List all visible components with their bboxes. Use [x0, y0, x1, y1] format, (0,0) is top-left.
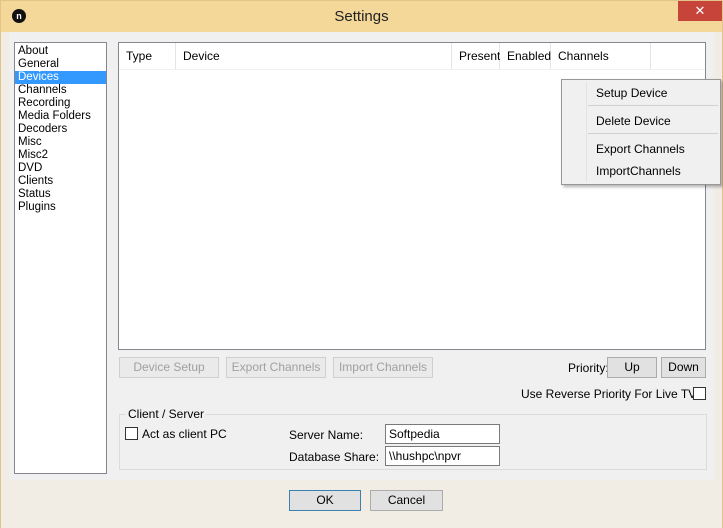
- reverse-priority-label: Use Reverse Priority For Live TV: [521, 387, 697, 401]
- nav-item-plugins[interactable]: Plugins: [15, 201, 106, 214]
- cancel-button[interactable]: Cancel: [370, 490, 443, 511]
- nav-item-about[interactable]: About: [15, 45, 106, 58]
- column-header-type[interactable]: Type: [119, 43, 176, 69]
- import-channels-button[interactable]: Import Channels: [333, 357, 433, 378]
- device-context-menu: Setup Device Delete Device Export Channe…: [561, 79, 721, 185]
- nav-item-misc2[interactable]: Misc2: [15, 149, 106, 162]
- menu-item-export-channels[interactable]: Export Channels: [596, 142, 685, 156]
- column-header-channels[interactable]: Channels: [551, 43, 651, 69]
- nav-item-decoders[interactable]: Decoders: [15, 123, 106, 136]
- priority-label: Priority:: [568, 361, 609, 375]
- window-title: Settings: [334, 8, 389, 25]
- client-server-legend: Client / Server: [126, 407, 207, 421]
- column-header-present[interactable]: Present: [452, 43, 500, 69]
- ok-button[interactable]: OK: [289, 490, 361, 511]
- menu-item-setup-device[interactable]: Setup Device: [596, 86, 667, 100]
- title-bar[interactable]: n Settings ✕: [1, 1, 722, 32]
- client-server-group: Client / Server Act as client PC Server …: [119, 407, 707, 470]
- nav-item-recording[interactable]: Recording: [15, 97, 106, 110]
- database-share-label: Database Share:: [289, 450, 380, 464]
- database-share-input[interactable]: \\hushpc\npvr: [385, 446, 500, 466]
- nav-item-misc[interactable]: Misc: [15, 136, 106, 149]
- server-name-input[interactable]: Softpedia: [385, 424, 500, 444]
- nav-item-dvd[interactable]: DVD: [15, 162, 106, 175]
- nav-item-clients[interactable]: Clients: [15, 175, 106, 188]
- nav-item-general[interactable]: General: [15, 58, 106, 71]
- dialog-footer: OK Cancel: [1, 480, 722, 528]
- close-icon: ✕: [694, 3, 706, 18]
- priority-down-button[interactable]: Down: [661, 357, 706, 378]
- export-channels-button[interactable]: Export Channels: [226, 357, 326, 378]
- nav-item-devices[interactable]: Devices: [15, 71, 106, 84]
- nav-item-status[interactable]: Status: [15, 188, 106, 201]
- column-header-device[interactable]: Device: [176, 43, 452, 69]
- menu-gutter: [586, 82, 587, 182]
- menu-separator: [588, 105, 718, 106]
- menu-item-delete-device[interactable]: Delete Device: [596, 114, 671, 128]
- server-name-label: Server Name:: [289, 428, 364, 442]
- act-as-client-checkbox[interactable]: [125, 427, 138, 440]
- reverse-priority-checkbox[interactable]: [693, 387, 706, 400]
- nav-item-media-folders[interactable]: Media Folders: [15, 110, 106, 123]
- act-as-client-label: Act as client PC: [142, 427, 227, 441]
- device-list[interactable]: Type Device Present Enabled Channels Set…: [118, 42, 721, 350]
- settings-window: n Settings ✕ About General Devices Channels…: [0, 0, 723, 528]
- header-divider: [119, 69, 705, 70]
- settings-category-list[interactable]: About General Devices Channels Recording Medi…: [14, 42, 107, 474]
- settings-content: About General Devices Channels Recording Medi…: [9, 32, 721, 480]
- column-header-enabled[interactable]: Enabled: [500, 43, 551, 69]
- priority-up-button[interactable]: Up: [607, 357, 657, 378]
- device-setup-button[interactable]: Device Setup: [119, 357, 219, 378]
- close-button[interactable]: ✕: [678, 1, 722, 21]
- menu-item-import-channels[interactable]: ImportChannels: [596, 164, 681, 178]
- nav-item-channels[interactable]: Channels: [15, 84, 106, 97]
- menu-separator: [588, 133, 718, 134]
